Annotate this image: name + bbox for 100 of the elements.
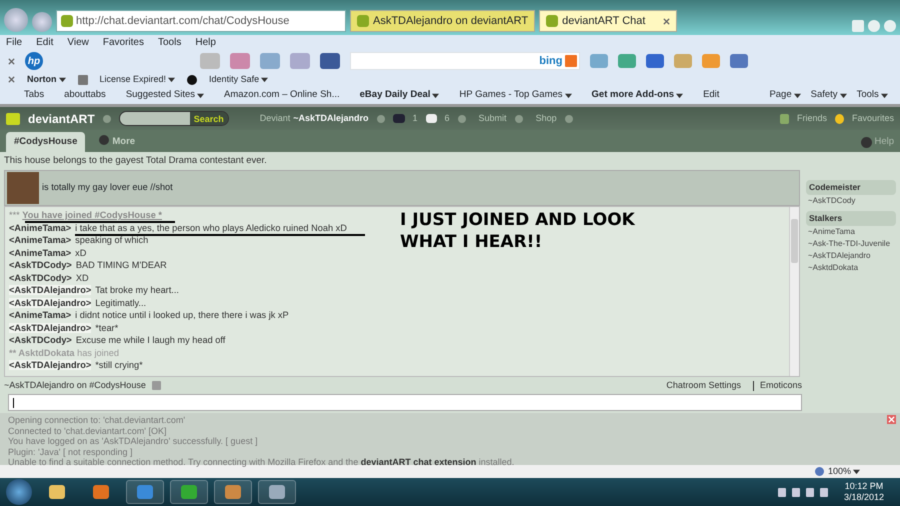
log-line: You have logged on as 'AskTDAlejandro' successfully. [ guest ]: [8, 436, 258, 446]
toolbar-icon[interactable]: [730, 54, 748, 68]
member-link[interactable]: ~AskTDCody: [806, 195, 896, 207]
caret-icon[interactable]: [880, 92, 888, 99]
browser-tab[interactable]: deviantART Chat: [539, 10, 678, 32]
command-menu[interactable]: Page: [769, 88, 792, 103]
dropdown-icon[interactable]: [514, 114, 523, 122]
back-button-icon[interactable]: [4, 8, 28, 32]
address-text: http://chat.deviantart.com/chat/CodysHouse: [76, 14, 290, 29]
message-text: i take that as a yes, the person who plays Aledicko ruined Noah xD: [75, 222, 347, 233]
logo-icon[interactable]: [6, 112, 20, 124]
favorites-link[interactable]: Edit: [703, 88, 720, 103]
page-icon: [357, 15, 369, 27]
username[interactable]: <AskTDAlejandro>: [9, 285, 92, 296]
toolbar-icon[interactable]: [646, 54, 664, 68]
member-link[interactable]: ~AskTDAlejandro: [806, 250, 896, 262]
page-icon: [546, 15, 558, 27]
caret-icon[interactable]: [58, 76, 66, 83]
caret-icon[interactable]: [676, 92, 684, 99]
username[interactable]: <AnimeTama>: [9, 248, 72, 258]
dropdown-icon[interactable]: [564, 114, 573, 122]
room-topic: This house belongs to the gayest Total Drama contestant ever.: [4, 154, 268, 168]
settings-link[interactable]: Chatroom Settings: [666, 378, 741, 392]
caret-icon[interactable]: [564, 92, 572, 99]
norton-logo[interactable]: Norton: [27, 72, 56, 86]
favorites-link[interactable]: HP Games - Top Games: [459, 88, 563, 103]
favorites-link[interactable]: abouttabs: [64, 88, 106, 103]
caret-icon[interactable]: [168, 76, 176, 83]
nav-link[interactable]: Submit: [478, 112, 507, 126]
toolbar-icon[interactable]: [320, 53, 340, 69]
caret-icon[interactable]: [197, 92, 204, 99]
menu-item[interactable]: File: [6, 35, 22, 50]
menu-item[interactable]: View: [67, 35, 89, 50]
avatar-placeholder: [7, 172, 39, 204]
forward-button-icon[interactable]: [32, 12, 52, 32]
room-tab[interactable]: #CodysHouse: [6, 132, 86, 152]
system-message: *** You have joined #CodysHouse *: [9, 210, 162, 220]
member-link[interactable]: ~AsktdDokata: [806, 262, 896, 274]
join-message: ** AsktdDokata has joined: [9, 348, 119, 358]
log-line: Connected to 'chat.deviantart.com' [OK]: [8, 426, 167, 436]
username[interactable]: <AskTDAlejandro>: [9, 360, 92, 370]
message-text: speaking of which: [75, 235, 148, 246]
command-menu[interactable]: Tools: [856, 88, 879, 103]
username[interactable]: <AnimeTama>: [9, 310, 72, 320]
caret-icon[interactable]: [853, 468, 860, 475]
favorites-link[interactable]: Get more Add-ons: [592, 88, 674, 103]
caret-icon[interactable]: [840, 92, 847, 99]
tab-title: deviantART Chat: [562, 14, 646, 29]
address-bar[interactable]: http://chat.deviantart.com/chat/CodysHouse: [56, 10, 346, 32]
member-link[interactable]: ~AnimeTama: [806, 226, 896, 238]
close-icon[interactable]: [663, 18, 670, 24]
start-button[interactable]: [6, 479, 32, 505]
close-icon[interactable]: [8, 76, 15, 83]
toolbar-item[interactable]: License Expired!: [100, 72, 166, 86]
dropdown-icon[interactable]: [102, 114, 111, 122]
browser-tab[interactable]: AskTDAlejandro on deviantART: [350, 10, 536, 32]
caret-icon[interactable]: [432, 92, 440, 99]
username[interactable]: <AnimeTama>: [9, 235, 72, 246]
clock-date: 3/18/2012: [844, 492, 884, 503]
message-text: i didnt notice until i looked up, there there i was jk xP: [75, 310, 289, 320]
log-line: Plugin: 'Java' [ not responding ]: [8, 446, 133, 457]
menu-item[interactable]: Edit: [36, 35, 54, 50]
message-text: XD: [76, 272, 89, 283]
username[interactable]: <AskTDAlejandro>: [9, 322, 92, 333]
username-link[interactable]: ~AskTDAlejandro: [293, 112, 369, 126]
username[interactable]: <AskTDCody>: [9, 260, 72, 270]
menu-item[interactable]: Tools: [158, 35, 182, 50]
toolbar-icon[interactable]: [618, 54, 636, 68]
favorites-link[interactable]: eBay Daily Deal: [360, 88, 430, 103]
search-field[interactable]: bing: [350, 52, 580, 70]
menu-item[interactable]: Help: [195, 35, 216, 50]
favorites-link[interactable]: Suggested Sites: [126, 88, 195, 103]
scrollbar[interactable]: [789, 207, 799, 376]
hp-logo[interactable]: hp: [25, 52, 43, 70]
favorites-link[interactable]: Tabs: [24, 88, 44, 103]
dropdown-icon[interactable]: [376, 114, 385, 122]
pinned-text: is totally my gay lover eue //shot: [42, 181, 173, 194]
caret-icon[interactable]: [794, 92, 801, 99]
message-text: *tear*: [95, 322, 118, 333]
message-input[interactable]: [8, 394, 802, 411]
zoom-level[interactable]: 100%: [828, 464, 851, 478]
username[interactable]: <AskTDCody>: [9, 335, 72, 346]
message-text: Legitimatly...: [95, 298, 146, 308]
username[interactable]: <AskTDCody>: [9, 272, 72, 283]
menu-item[interactable]: Favorites: [102, 35, 144, 50]
toolbar-item[interactable]: Identity Safe: [209, 72, 260, 86]
caret-icon[interactable]: [261, 76, 268, 83]
site-logo[interactable]: deviantART: [28, 110, 95, 128]
page-icon: [61, 15, 73, 27]
favorites-link[interactable]: Amazon.com – Online Sh...: [224, 88, 340, 103]
settings-link[interactable]: Emoticons: [760, 378, 802, 392]
taskbar-button[interactable]: [258, 480, 296, 504]
message-count[interactable]: 6: [444, 112, 450, 126]
close-icon[interactable]: [8, 58, 15, 64]
member-link[interactable]: ~Ask-The-TDI-Juvenile: [806, 238, 896, 250]
command-menu[interactable]: Safety: [810, 88, 838, 103]
username[interactable]: <AnimeTama>: [9, 222, 72, 233]
dropdown-icon[interactable]: [458, 114, 466, 122]
username[interactable]: <AskTDAlejandro>: [9, 298, 92, 308]
search-field[interactable]: Search: [118, 111, 229, 126]
